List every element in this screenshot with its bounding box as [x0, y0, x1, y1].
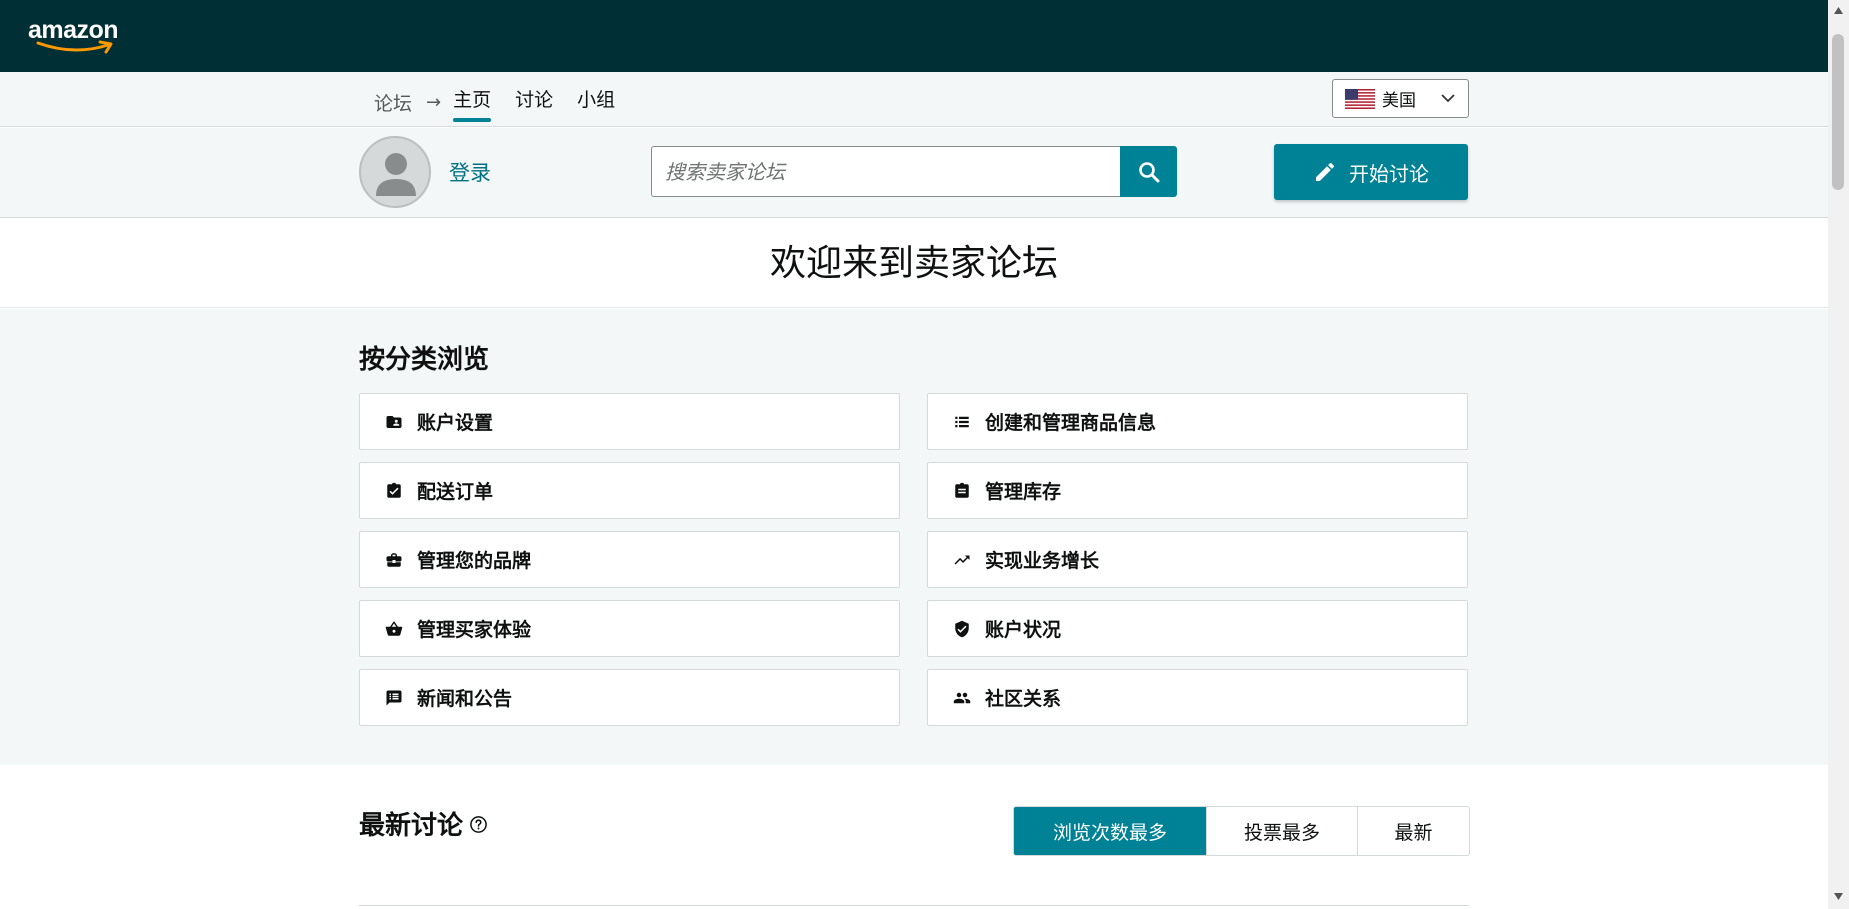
- browse-categories-section: 按分类浏览 账户设置 创建和管理商品信息 配送订单 管理库存 管理您的品牌 实现…: [0, 309, 1828, 765]
- sort-newest-button[interactable]: 最新: [1357, 807, 1469, 855]
- logo-smile-icon: [36, 40, 113, 54]
- search-icon: [1138, 161, 1159, 182]
- category-label: 新闻和公告: [417, 688, 513, 710]
- category-label: 社区关系: [985, 688, 1062, 710]
- us-flag-icon: [1345, 88, 1375, 109]
- inventory-icon: [955, 482, 969, 498]
- category-label: 账户设置: [417, 412, 494, 434]
- category-community[interactable]: 社区关系: [927, 669, 1468, 726]
- category-label: 配送订单: [417, 481, 494, 503]
- sort-most-voted-button[interactable]: 投票最多: [1206, 807, 1357, 855]
- help-circle-icon[interactable]: [469, 815, 488, 834]
- category-fulfill-orders[interactable]: 配送订单: [359, 462, 900, 519]
- start-discussion-button[interactable]: 开始讨论: [1274, 144, 1468, 200]
- forum-nav-bar: 论坛 → 主页 讨论 小组: [0, 72, 1828, 127]
- pencil-icon: [1316, 162, 1335, 181]
- category-inventory[interactable]: 管理库存: [927, 462, 1468, 519]
- category-buyer-experience[interactable]: 管理买家体验: [359, 600, 900, 657]
- user-search-bar: 登录 开始讨论: [0, 128, 1828, 218]
- people-icon: [953, 692, 971, 703]
- search-input[interactable]: [651, 146, 1121, 197]
- category-label: 账户状况: [985, 619, 1062, 641]
- breadcrumb-forum[interactable]: 论坛: [374, 89, 412, 116]
- scroll-down-icon[interactable]: [1833, 892, 1844, 901]
- scroll-up-icon[interactable]: [1833, 6, 1844, 15]
- breadcrumb: 论坛 → 主页 讨论 小组: [374, 85, 639, 122]
- section-title: 按分类浏览: [359, 345, 490, 375]
- category-account-settings[interactable]: 账户设置: [359, 393, 900, 450]
- shield-check-icon: [955, 620, 969, 637]
- list-icon: [955, 416, 969, 427]
- person-icon: [376, 153, 416, 196]
- amazon-logo[interactable]: amazon: [28, 16, 128, 54]
- category-label: 管理库存: [985, 481, 1062, 503]
- page-title: 欢迎来到卖家论坛: [769, 243, 1058, 284]
- latest-title-text: 最新讨论: [359, 811, 464, 841]
- tab-groups[interactable]: 小组: [577, 85, 615, 120]
- chevron-down-icon: [1441, 94, 1455, 103]
- latest-title: 最新讨论: [359, 805, 488, 842]
- country-select[interactable]: 美国: [1332, 79, 1469, 118]
- tab-home[interactable]: 主页: [453, 85, 492, 122]
- clipboard-check-icon: [387, 482, 401, 498]
- start-discussion-label: 开始讨论: [1349, 161, 1429, 186]
- category-label: 管理买家体验: [417, 619, 532, 641]
- sort-most-viewed-button[interactable]: 浏览次数最多: [1014, 807, 1206, 855]
- avatar[interactable]: [359, 136, 431, 208]
- latest-discussions-section: 最新讨论 浏览次数最多 投票最多 最新: [0, 766, 1828, 909]
- category-account-health[interactable]: 账户状况: [927, 600, 1468, 657]
- briefcase-icon: [386, 552, 402, 567]
- category-label: 管理您的品牌: [417, 550, 532, 572]
- account-folder-icon: [386, 415, 402, 428]
- category-label: 实现业务增长: [985, 550, 1100, 572]
- search-button[interactable]: [1120, 146, 1177, 197]
- top-header: amazon: [0, 0, 1828, 72]
- sort-toggle-group: 浏览次数最多 投票最多 最新: [1013, 806, 1470, 856]
- login-link[interactable]: 登录: [449, 157, 491, 187]
- country-label: 美国: [1382, 91, 1416, 111]
- category-listings[interactable]: 创建和管理商品信息: [927, 393, 1468, 450]
- category-growth[interactable]: 实现业务增长: [927, 531, 1468, 588]
- basket-icon: [385, 620, 403, 636]
- category-news[interactable]: 新闻和公告: [359, 669, 900, 726]
- welcome-banner: 欢迎来到卖家论坛: [0, 219, 1828, 308]
- arrow-right-icon: →: [426, 92, 442, 113]
- category-label: 创建和管理商品信息: [985, 412, 1157, 434]
- tab-discussions[interactable]: 讨论: [515, 85, 553, 120]
- category-brand[interactable]: 管理您的品牌: [359, 531, 900, 588]
- divider: [359, 905, 1469, 906]
- page-scrollbar[interactable]: [1828, 0, 1849, 909]
- announcement-icon: [386, 690, 402, 705]
- scrollbar-thumb[interactable]: [1832, 34, 1844, 190]
- trending-up-icon: [954, 555, 970, 564]
